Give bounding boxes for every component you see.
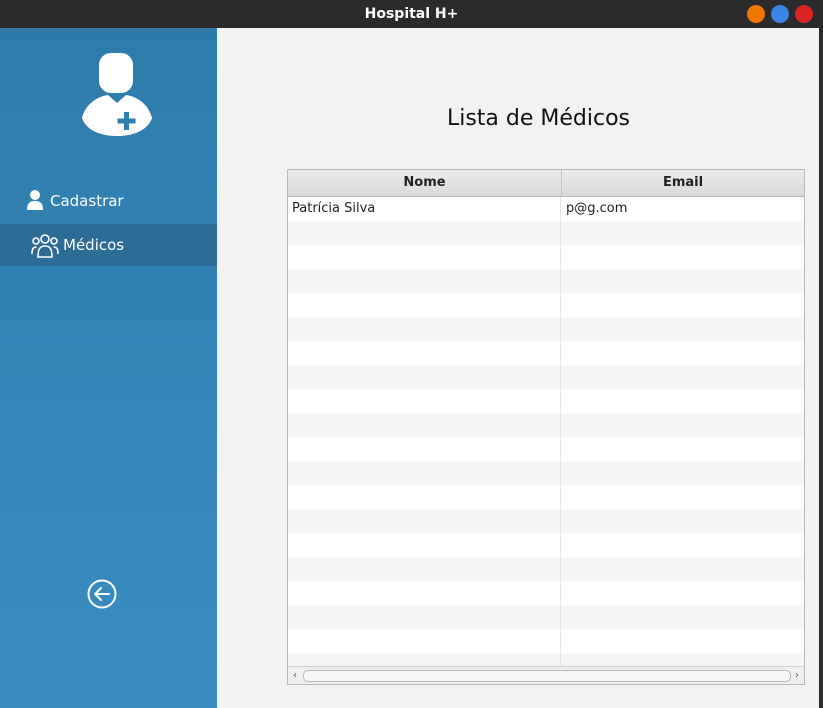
table-row[interactable]: Patrícia Silva p@g.com (288, 197, 804, 221)
doctor-plus-icon (82, 53, 152, 136)
table-row[interactable] (288, 485, 804, 509)
cell-nome[interactable] (288, 221, 561, 245)
close-button[interactable] (795, 5, 813, 23)
horizontal-scrollbar[interactable]: ‹ › (288, 666, 804, 684)
column-header-email[interactable]: Email (562, 170, 804, 196)
table-row[interactable] (288, 365, 804, 389)
cell-email[interactable] (562, 341, 804, 365)
table-row[interactable] (288, 269, 804, 293)
cell-nome[interactable] (288, 605, 561, 629)
users-group-icon (31, 234, 59, 258)
cell-nome[interactable] (288, 461, 561, 485)
cell-nome[interactable] (288, 413, 561, 437)
table-row[interactable] (288, 317, 804, 341)
cell-email[interactable] (562, 245, 804, 269)
table-row[interactable] (288, 605, 804, 629)
table-row[interactable] (288, 245, 804, 269)
table-body: Patrícia Silva p@g.com (288, 197, 804, 677)
table-row[interactable] (288, 293, 804, 317)
cell-nome[interactable] (288, 245, 561, 269)
cell-nome[interactable] (288, 293, 561, 317)
table-row[interactable] (288, 557, 804, 581)
table-row[interactable] (288, 461, 804, 485)
back-arrow-circle-icon[interactable] (86, 578, 118, 610)
cell-email[interactable] (562, 485, 804, 509)
cell-email[interactable] (562, 557, 804, 581)
maximize-button[interactable] (771, 5, 789, 23)
scrollbar-thumb[interactable] (303, 670, 791, 682)
sidebar-item-label: Médicos (63, 236, 125, 254)
table-row[interactable] (288, 389, 804, 413)
cell-email[interactable] (562, 365, 804, 389)
cell-email[interactable] (562, 461, 804, 485)
window-title: Hospital H+ (364, 6, 459, 22)
scroll-left-arrow-icon[interactable]: ‹ (288, 667, 302, 684)
cell-email[interactable] (562, 389, 804, 413)
table-row[interactable] (288, 341, 804, 365)
table-row[interactable] (288, 581, 804, 605)
cell-email[interactable] (562, 533, 804, 557)
cell-email[interactable] (562, 269, 804, 293)
table-row[interactable] (288, 413, 804, 437)
cell-nome[interactable] (288, 581, 561, 605)
user-icon (27, 190, 43, 210)
page-title: Lista de Médicos (446, 106, 631, 131)
cell-nome[interactable] (288, 509, 561, 533)
table-row[interactable] (288, 533, 804, 557)
window-border (819, 28, 823, 708)
cell-nome[interactable] (288, 317, 561, 341)
cell-email[interactable] (562, 629, 804, 653)
cell-email[interactable] (562, 437, 804, 461)
cell-nome[interactable]: Patrícia Silva (288, 197, 561, 221)
cell-email[interactable] (562, 413, 804, 437)
cell-nome[interactable] (288, 389, 561, 413)
sidebar-item-label: Cadastrar (50, 192, 124, 210)
cell-nome[interactable] (288, 533, 561, 557)
cell-nome[interactable] (288, 269, 561, 293)
cell-nome[interactable] (288, 341, 561, 365)
cell-email[interactable]: p@g.com (562, 197, 804, 221)
table-row[interactable] (288, 221, 804, 245)
sidebar-item-cadastrar[interactable]: Cadastrar (0, 180, 217, 222)
cell-nome[interactable] (288, 557, 561, 581)
main-panel: Lista de Médicos Nome Email Patrícia Sil… (217, 28, 819, 708)
cell-email[interactable] (562, 605, 804, 629)
title-bar[interactable]: Hospital H+ (0, 0, 823, 28)
app-window: Hospital H+ Cadastrar Médicos Lista de M… (0, 0, 823, 708)
doctors-table[interactable]: Nome Email Patrícia Silva p@g.com ‹ › (287, 169, 805, 685)
minimize-button[interactable] (747, 5, 765, 23)
cell-email[interactable] (562, 317, 804, 341)
sidebar-item-medicos[interactable]: Médicos (0, 224, 217, 266)
table-row[interactable] (288, 437, 804, 461)
table-row[interactable] (288, 509, 804, 533)
table-header: Nome Email (288, 170, 804, 197)
cell-nome[interactable] (288, 365, 561, 389)
cell-nome[interactable] (288, 437, 561, 461)
table-row[interactable] (288, 629, 804, 653)
scroll-right-arrow-icon[interactable]: › (790, 667, 804, 684)
cell-email[interactable] (562, 509, 804, 533)
cell-email[interactable] (562, 221, 804, 245)
cell-nome[interactable] (288, 629, 561, 653)
cell-nome[interactable] (288, 485, 561, 509)
cell-email[interactable] (562, 581, 804, 605)
sidebar: Cadastrar Médicos (0, 28, 217, 708)
cell-email[interactable] (562, 293, 804, 317)
column-header-nome[interactable]: Nome (288, 170, 562, 196)
